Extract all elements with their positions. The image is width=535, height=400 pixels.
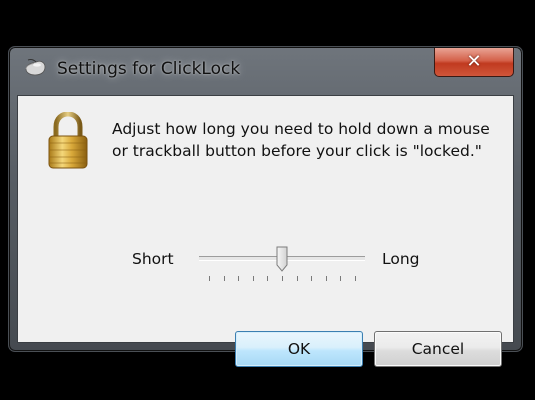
cancel-button[interactable]: Cancel: [374, 331, 502, 367]
slider-tick: [296, 276, 298, 281]
slider-tick: [209, 276, 210, 281]
slider-tick: [325, 276, 327, 281]
slider-tick: [311, 276, 313, 281]
instruction-text: Adjust how long you need to hold down a …: [112, 120, 490, 160]
title-bar[interactable]: Settings for ClickLock ✕: [9, 47, 522, 91]
slider-tick: [355, 276, 356, 281]
click-lock-duration-slider[interactable]: [199, 246, 365, 286]
slider-tick: [238, 276, 240, 281]
slider-thumb[interactable]: [276, 246, 288, 272]
padlock-icon: [48, 112, 88, 169]
window-title: Settings for ClickLock: [57, 59, 241, 79]
slider-max-label: Long: [382, 250, 420, 268]
slider-tick: [340, 276, 342, 281]
dialog-body: Adjust how long you need to hold down a …: [17, 95, 514, 367]
close-icon: ✕: [466, 51, 482, 72]
slider-tick: [282, 276, 283, 281]
ok-button[interactable]: OK: [235, 331, 363, 367]
slider-tick: [252, 276, 254, 281]
close-button[interactable]: ✕: [434, 48, 514, 77]
slider-tick: [223, 276, 225, 281]
clicklock-settings-window: Settings for ClickLock ✕ Adjust how long…: [8, 46, 523, 367]
slider-tick: [267, 276, 269, 281]
mouse-icon: [25, 59, 46, 76]
slider-min-label: Short: [132, 250, 174, 268]
